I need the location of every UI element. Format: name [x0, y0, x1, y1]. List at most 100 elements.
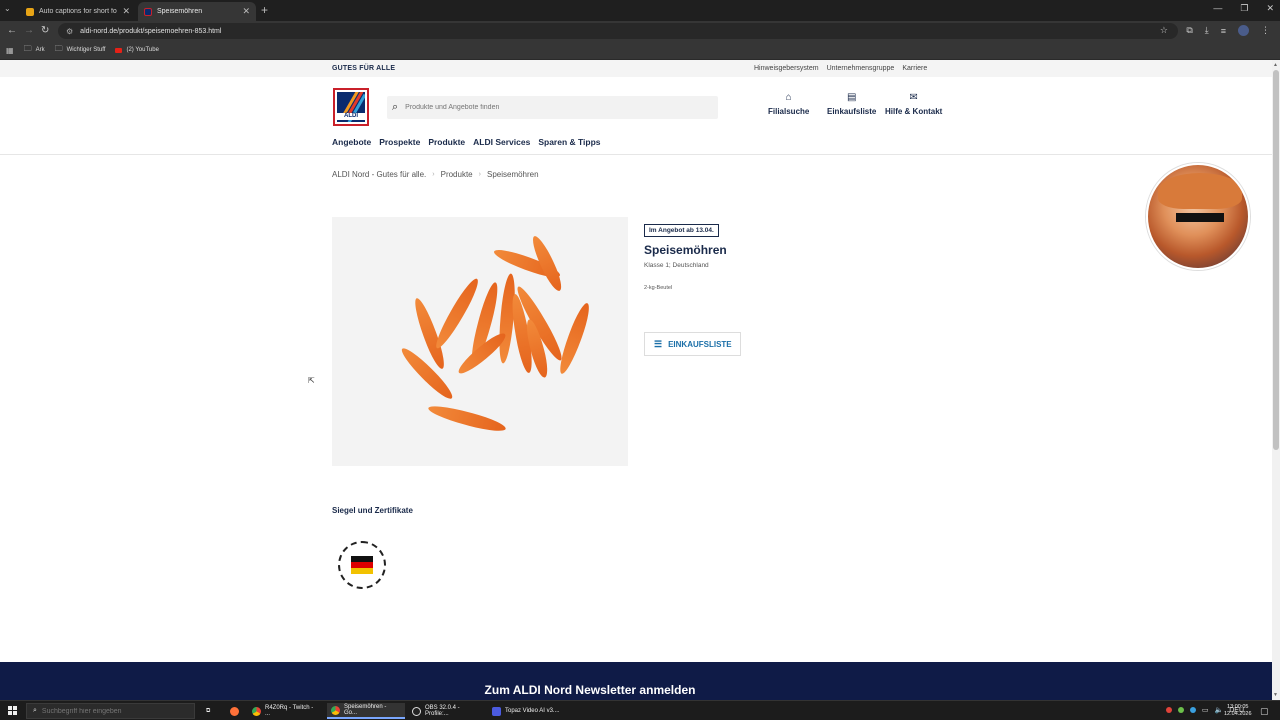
tray-app-icon[interactable]	[1177, 707, 1184, 713]
mouse-cursor-icon: ⇱	[308, 376, 315, 385]
close-tab-icon[interactable]: ✕	[122, 6, 130, 17]
search-input[interactable]	[405, 104, 686, 111]
certificates-heading: Siegel und Zertifikate	[332, 506, 413, 515]
bookmark-star-icon[interactable]: ☆	[1160, 25, 1168, 36]
aldi-logo[interactable]: ALDI	[333, 88, 369, 126]
toolbar-icons: ⧉ ⤓ ≡ ⋮	[1186, 25, 1270, 36]
browser-tab-captions[interactable]: Auto captions for short form vi ✕	[20, 2, 136, 21]
browser-toolbar: ← → ↻ ⚙ aldi-nord.de/produkt/speisemoehr…	[0, 21, 1280, 41]
newsletter-title[interactable]: Zum ALDI Nord Newsletter anmelden	[0, 683, 1180, 697]
shopping-list-icon: ▤	[846, 92, 857, 103]
new-tab-button[interactable]: +	[261, 3, 268, 17]
product-unit: 2-kg-Beutel	[644, 285, 673, 291]
bookmark-wichtiger-stuff[interactable]: 🗀 Wichtiger Stuff	[55, 43, 106, 57]
product-subtitle: Klasse 1; Deutschland	[644, 262, 709, 269]
network-icon[interactable]: ▭	[1202, 706, 1209, 714]
quick-link-filialsuche[interactable]: ⌂ Filialsuche	[768, 92, 809, 116]
notification-icon[interactable]: ▢	[1260, 706, 1269, 717]
site-info-icon[interactable]: ⚙	[66, 27, 73, 36]
tray-app-icon[interactable]	[1189, 707, 1196, 713]
nav-prospekte[interactable]: Prospekte	[379, 137, 420, 147]
breadcrumb-home[interactable]: ALDI Nord - Gutes für alle.	[332, 170, 426, 179]
quick-link-einkaufsliste[interactable]: ▤ Einkaufsliste	[827, 92, 876, 116]
reload-icon[interactable]: ↻	[41, 25, 49, 36]
herkunft-deutschland-seal[interactable]	[338, 541, 386, 589]
product-title: Speisemöhren	[644, 243, 727, 257]
folder-icon: 🗀	[54, 44, 63, 53]
chevron-right-icon: ›	[478, 171, 481, 178]
speaker-icon[interactable]: 🔈	[1215, 706, 1224, 714]
minimize-icon[interactable]: —	[1213, 3, 1222, 14]
site-header: ALDI ⌕ ⌂ Filialsuche ▤ Einkaufsliste ✉ H…	[0, 77, 1272, 155]
download-icon[interactable]: ⤓	[1205, 25, 1209, 36]
chrome-icon	[331, 705, 340, 715]
browser-tab-speisemoehren[interactable]: Speisemöhren ✕	[138, 2, 256, 21]
search-icon: ⌕	[392, 101, 399, 113]
link-unternehmensgruppe[interactable]: Unternehmensgruppe	[827, 65, 895, 72]
link-hinweisgebersystem[interactable]: Hinweisgebersystem	[754, 65, 819, 72]
logo-text: ALDI	[337, 113, 365, 120]
tray-app-icon[interactable]	[1165, 707, 1172, 713]
service-links: Hinweisgebersystem Unternehmensgruppe Ka…	[754, 65, 927, 72]
tab-groups-icon[interactable]: ≡	[1221, 26, 1226, 36]
streamer-avatar-overlay	[1146, 163, 1250, 270]
topaz-icon	[492, 706, 501, 716]
taskbar-search[interactable]: ⌕	[26, 703, 195, 719]
task-view-icon[interactable]: ⧉	[202, 703, 214, 719]
sunglasses-graphic	[1176, 213, 1224, 222]
scroll-down-icon[interactable]: ▼	[1273, 692, 1278, 698]
site-claim: GUTES FÜR ALLE	[332, 65, 396, 72]
nav-aldi-services[interactable]: ALDI Services	[473, 137, 530, 147]
youtube-icon	[115, 47, 123, 53]
close-tab-icon[interactable]: ✕	[242, 6, 250, 17]
bookmarks-bar: ▦ 🗀 Ark 🗀 Wichtiger Stuff (2) YouTube	[0, 41, 1280, 60]
forward-icon[interactable]: →	[24, 25, 34, 36]
tab-label: Speisemöhren	[157, 8, 203, 15]
aldi-favicon-icon	[144, 7, 152, 16]
site-search[interactable]: ⌕	[387, 96, 718, 119]
web-page: GUTES FÜR ALLE Hinweisgebersystem Untern…	[0, 60, 1272, 700]
tab-label: Auto captions for short form vi	[39, 8, 117, 15]
back-icon[interactable]: ←	[7, 25, 17, 36]
taskbar-app-topaz[interactable]: Topaz Video AI v3....	[488, 703, 566, 719]
taskbar-app-twitch[interactable]: R4Z0Rq - Twitch - ...	[248, 703, 322, 719]
scroll-thumb[interactable]	[1273, 70, 1279, 450]
extensions-icon[interactable]: ⧉	[1186, 25, 1192, 36]
logo-mark: ALDI	[337, 92, 365, 122]
taskbar-app-chrome-speisemoehren[interactable]: Speisemöhren - Go...	[327, 703, 405, 719]
breadcrumb: ALDI Nord - Gutes für alle. › Produkte ›…	[332, 170, 539, 179]
folder-icon: 🗀	[23, 44, 32, 53]
menu-icon[interactable]: ⋮	[1261, 25, 1270, 36]
nav-angebote[interactable]: Angebote	[332, 137, 371, 147]
chrome-icon	[252, 706, 261, 716]
scroll-up-icon[interactable]: ▲	[1273, 62, 1278, 68]
firefox-icon[interactable]	[226, 703, 243, 719]
maximize-icon[interactable]: ❐	[1240, 3, 1248, 14]
link-karriere[interactable]: Karriere	[902, 65, 927, 72]
bookmark-ark[interactable]: 🗀 Ark	[24, 43, 45, 57]
taskbar-clock[interactable]: 13:00:05 12.04.2026	[1224, 704, 1252, 718]
nav-sparen-tipps[interactable]: Sparen & Tipps	[538, 137, 600, 147]
page-scrollbar[interactable]: ▲ ▼	[1272, 60, 1280, 700]
chevron-right-icon: ›	[432, 171, 435, 178]
add-to-shopping-list-button[interactable]: ☰ EINKAUFSLISTE	[644, 332, 741, 356]
windows-start-icon[interactable]	[8, 706, 18, 716]
store-locator-icon: ⌂	[785, 92, 792, 103]
address-bar[interactable]: ⚙ aldi-nord.de/produkt/speisemoehren-853…	[58, 23, 1178, 39]
taskbar-app-obs[interactable]: OBS 32.0.4 - Profile:...	[408, 703, 486, 719]
tab-search-icon[interactable]: ⌄	[4, 4, 11, 13]
taskbar-search-input[interactable]	[41, 707, 172, 715]
profile-avatar[interactable]	[1238, 25, 1249, 36]
quick-link-hilfe-kontakt[interactable]: ✉ Hilfe & Kontakt	[885, 92, 942, 116]
apps-icon[interactable]: ▦	[6, 46, 14, 55]
browser-tab-strip: ⌄ Auto captions for short form vi ✕ Spei…	[0, 0, 1280, 21]
nav-produkte[interactable]: Produkte	[428, 137, 465, 147]
bookmark-youtube[interactable]: (2) YouTube	[115, 47, 159, 53]
breadcrumb-produkte[interactable]: Produkte	[441, 170, 473, 179]
close-window-icon[interactable]: ✕	[1266, 3, 1274, 14]
window-controls: — ❐ ✕	[1213, 3, 1274, 14]
list-add-icon: ☰	[654, 338, 663, 349]
url-text: aldi-nord.de/produkt/speisemoehren-853.h…	[80, 27, 222, 35]
product-image[interactable]	[332, 217, 628, 466]
obs-icon	[412, 706, 421, 716]
